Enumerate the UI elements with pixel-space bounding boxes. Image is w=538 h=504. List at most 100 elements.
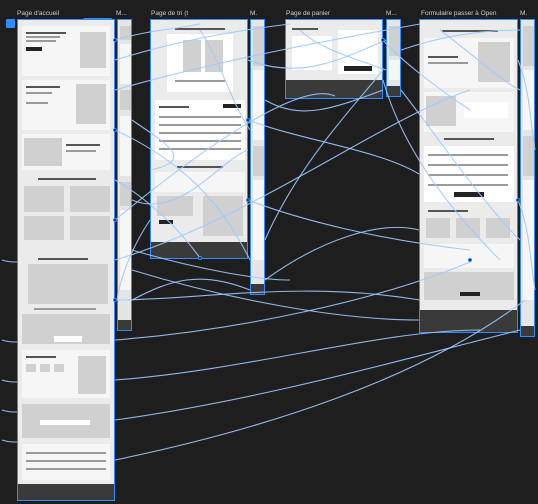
avatar (40, 364, 50, 372)
mobile-section (120, 44, 131, 84)
table-row (159, 148, 241, 150)
banner-button[interactable] (460, 292, 480, 296)
step-card (486, 218, 510, 238)
gallery-image (28, 264, 108, 304)
connection-line (1, 379, 18, 383)
table-row (159, 124, 241, 126)
avatar (26, 364, 36, 372)
mobile-section (523, 26, 534, 66)
frame-label-sort-mobile[interactable]: M. (250, 10, 257, 17)
connection-handle[interactable] (468, 258, 472, 262)
mobile-image (523, 136, 534, 176)
mobile-section (253, 70, 264, 140)
frame-label-sort[interactable]: Page de tri (t (151, 10, 188, 17)
connection-line (247, 119, 420, 175)
mobile-section (389, 60, 400, 80)
form-field[interactable] (428, 184, 508, 186)
faq-item[interactable] (26, 468, 106, 470)
form-card (464, 102, 508, 118)
gallery-heading (38, 258, 88, 260)
section-image (24, 138, 62, 166)
table-row (159, 140, 241, 142)
connection-line (1, 409, 18, 413)
frame-label-form[interactable]: Formulaire passer à Open (421, 10, 497, 17)
frame-home[interactable] (17, 19, 115, 501)
section-image (426, 96, 456, 126)
intro-heading (428, 56, 458, 58)
faq-item[interactable] (26, 452, 106, 454)
section-text (26, 92, 52, 94)
connection-handle[interactable] (381, 38, 385, 42)
connection-line (131, 278, 251, 301)
connection-line (264, 226, 420, 281)
connection-handle[interactable] (246, 198, 250, 202)
frame-label-cart[interactable]: Page de panier (286, 10, 330, 17)
connection-handle[interactable] (246, 118, 250, 122)
hero-text (26, 40, 56, 42)
mobile-section (120, 210, 131, 290)
intro-text (428, 62, 468, 64)
frame-label-cart-mobile[interactable]: M... (386, 10, 397, 17)
mobile-section (253, 180, 264, 260)
frame-label-form-mobile[interactable]: M. (520, 10, 527, 17)
form-heading (444, 138, 494, 140)
section-text (66, 150, 96, 152)
frame-cart[interactable] (285, 19, 383, 99)
connection-line (131, 269, 420, 321)
connection-handle[interactable] (113, 38, 117, 42)
info-card (157, 196, 193, 216)
connection-line (1, 339, 18, 343)
frame-sort[interactable] (150, 19, 248, 259)
step-card (456, 218, 480, 238)
section-image (76, 84, 106, 124)
connection-handle[interactable] (113, 218, 117, 222)
options-row (155, 172, 245, 192)
frame-icon[interactable] (6, 19, 15, 28)
connection-handle[interactable] (113, 128, 117, 132)
section-heading (177, 166, 223, 168)
footer (18, 484, 114, 500)
steps-heading (428, 210, 468, 212)
product-image (183, 40, 201, 72)
prototype-canvas[interactable]: Page d'accueil M... Page de tri (t M. Pa… (0, 0, 538, 504)
step-card (426, 218, 450, 238)
sort-button[interactable] (223, 104, 241, 108)
section-heading (26, 86, 60, 88)
form-field[interactable] (428, 154, 508, 156)
connection-line (114, 329, 481, 381)
frame-label-home-mobile[interactable]: M... (116, 10, 127, 17)
section-heading (66, 144, 100, 146)
banner-button[interactable] (54, 336, 82, 342)
frame-form-mobile[interactable] (520, 19, 535, 337)
frame-sort-mobile[interactable] (250, 19, 265, 295)
faq-item[interactable] (26, 460, 106, 462)
timeline-section (424, 244, 514, 268)
cta-button[interactable] (159, 220, 173, 224)
features-heading (38, 178, 96, 180)
cart-items (292, 36, 332, 70)
hero-text (26, 36, 60, 38)
hero-cta-button[interactable] (26, 47, 42, 51)
form-field[interactable] (428, 164, 508, 166)
connection-handle[interactable] (516, 198, 520, 202)
form-field[interactable] (428, 174, 508, 176)
frame-home-mobile[interactable] (117, 19, 132, 331)
info-image (203, 196, 243, 236)
newsletter-input[interactable] (40, 420, 90, 425)
connection-handle[interactable] (113, 298, 117, 302)
mobile-footer (521, 326, 534, 336)
checkout-button[interactable] (344, 66, 372, 71)
mobile-footer (251, 284, 264, 294)
frame-cart-mobile[interactable] (386, 19, 401, 97)
table-header (159, 106, 189, 108)
cart-heading (292, 28, 318, 30)
connection-handle[interactable] (198, 256, 202, 260)
hero-heading (26, 32, 66, 34)
mobile-section (389, 26, 400, 56)
submit-button[interactable] (454, 192, 484, 197)
mobile-footer (387, 86, 400, 96)
mobile-section (253, 26, 264, 66)
frame-label-home[interactable]: Page d'accueil (17, 10, 59, 17)
frame-form[interactable] (419, 19, 518, 333)
feature-card (70, 216, 110, 240)
